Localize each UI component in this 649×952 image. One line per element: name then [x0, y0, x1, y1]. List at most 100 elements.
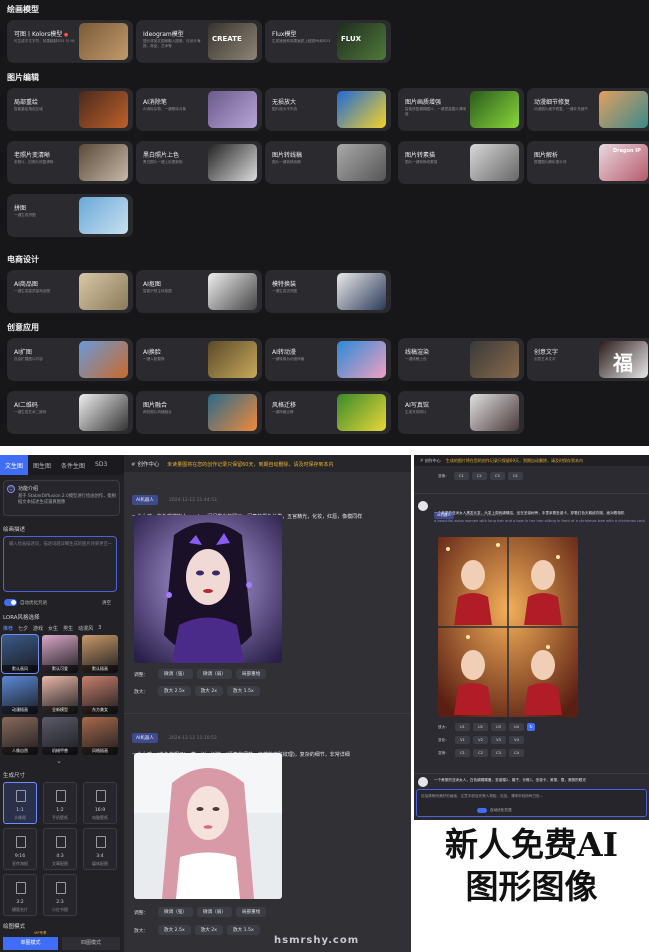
optimize-toggle[interactable] [477, 808, 487, 813]
variation-button[interactable]: C4 [509, 749, 524, 757]
lora-tab[interactable]: 七夕 [18, 625, 28, 632]
fine-tune-weak-button[interactable]: 微调（弱） [196, 669, 232, 679]
size-option[interactable]: 16:9 电脑壁纸 [83, 782, 117, 824]
feature-card[interactable]: 创意文字 创意艺术文字 福 [527, 338, 649, 381]
variation-button[interactable]: C3 [491, 749, 506, 757]
variation-button[interactable]: C4 [507, 472, 523, 480]
row-label: 变换： [438, 750, 449, 755]
quad-image[interactable] [438, 537, 578, 717]
tab-text-to-image[interactable]: 文生图 [0, 455, 29, 475]
upscale-2x-button[interactable]: 放大 2x [194, 925, 223, 935]
feature-card[interactable]: AI写真馆 生成写真照片 [398, 391, 524, 434]
feature-card[interactable]: Flux模型 生成速度和效果画质上超越MJ和SD3 FLUX [265, 20, 391, 63]
feature-card[interactable]: AI消除笔 AI消除杂物，一键移除对象 [136, 88, 262, 131]
variation-button[interactable]: U4 [509, 723, 524, 731]
upscale-2-5x-button[interactable]: 放大 2.5x [158, 686, 191, 696]
feature-card[interactable]: 老照片变清晰 老照片，旧照片修复清晰 [7, 141, 133, 184]
size-option[interactable]: 1:1 头像图 [3, 782, 37, 824]
size-option[interactable]: 3:2 横版名片 [3, 874, 37, 916]
feature-title: AI换脸 [143, 349, 161, 356]
single-mode-button[interactable]: 单图模式 [3, 937, 58, 950]
lora-style-item[interactable]: 风格插画 [82, 717, 118, 755]
fine-tune-strong-button[interactable]: 微调（强） [158, 907, 193, 917]
lora-style-item[interactable]: 默认可爱 [42, 635, 78, 673]
lora-style-item[interactable]: 人像自然 [2, 717, 38, 755]
generated-image[interactable] [134, 515, 282, 663]
upscale-2x-button[interactable]: 放大 2x [194, 686, 223, 696]
feature-card[interactable]: AI换脸 一键人脸替换 [136, 338, 262, 381]
fine-tune-weak-button[interactable]: 微调（弱） [196, 907, 232, 917]
feature-card[interactable]: 图片解析 根据图片解析提示词 Dragon IP [527, 141, 649, 184]
variation-button[interactable]: U1 [455, 723, 470, 731]
feature-card[interactable]: 无损放大 图片放大不失真 [265, 88, 391, 131]
feature-card[interactable]: 模特换装 一键生成试衣图 [265, 270, 391, 313]
upscale-1-5x-button[interactable]: 放大 1.5x [226, 925, 260, 935]
variation-button[interactable]: U3 [491, 723, 506, 731]
prompt-input[interactable]: 输入绘画描述词，描述词越详细生成的图片效果更佳~ [3, 536, 117, 592]
feature-card[interactable]: 图片转线稿 图片一键转换线稿 [265, 141, 391, 184]
feature-card[interactable]: AI二维码 一键生成艺术二维码 [7, 391, 133, 434]
variation-button[interactable]: C1 [455, 749, 470, 757]
feature-card[interactable]: 图片转素描 图片一键转换成素描 [398, 141, 524, 184]
feature-card[interactable]: 拼图 一键生成拼图 [7, 194, 133, 237]
lora-style-item[interactable]: 默认插画 [82, 635, 118, 673]
size-option[interactable]: 9:16 宣传海报 [3, 828, 37, 870]
variation-button[interactable]: V4 [509, 736, 524, 744]
lora-tab[interactable]: 游戏 [33, 625, 43, 632]
feature-card[interactable]: 线稿渲染 一键线稿上色 [398, 338, 524, 381]
generated-image[interactable] [134, 753, 282, 899]
upscale-1-5x-button[interactable]: 放大 1.5x [226, 686, 260, 696]
variation-button[interactable]: C1 [453, 472, 469, 480]
variation-button[interactable]: V2 [473, 736, 488, 744]
tab-sd3[interactable]: SD3 [90, 455, 112, 475]
lora-tab[interactable]: 动漫风 [78, 625, 93, 632]
feature-card[interactable]: AI商品图 一键生成高质量商品图 [7, 270, 133, 313]
lora-tab[interactable]: 女生 [48, 625, 58, 632]
feature-card[interactable]: AI扩图 自由扩展图片内容 [7, 338, 133, 381]
feature-card[interactable]: Ideogram模型 擅长将英文图案融入图像，可设计海报、商品、艺术等 CREATE [136, 20, 262, 63]
lora-tab[interactable]: 推荐 [3, 625, 13, 632]
optimize-toggle[interactable] [4, 599, 17, 606]
variation-button[interactable]: V3 [491, 736, 506, 744]
clear-button[interactable]: 清空 [102, 600, 111, 606]
lora-style-item[interactable]: 东方美女 [82, 676, 118, 714]
upscale-2-5x-button[interactable]: 放大 2.5x [158, 925, 191, 935]
feature-card[interactable]: AI转动漫 一键转换为动漫风格 [265, 338, 391, 381]
feature-card[interactable]: 动漫细节修复 动漫图片细节修复，一键补充细节 [527, 88, 649, 131]
feature-thumbnail [79, 394, 128, 431]
variation-button[interactable]: C2 [471, 472, 487, 480]
feature-card[interactable]: 风格迁移 一键风格迁移 [265, 391, 391, 434]
inpaint-button[interactable]: 局部重绘 [235, 669, 267, 679]
notice-desc: 基于 StableDiffusion 2.0模型进行绘画创作，能根据文本描述生成… [18, 494, 117, 505]
lora-style-item[interactable]: 机械甲兽 [42, 717, 78, 755]
lora-tab[interactable]: 3 [98, 625, 101, 632]
feature-card[interactable]: 可图丨Kolors模型 ● 可生成中文字符，效果超越SD3 与 MJ [7, 20, 133, 63]
variation-button[interactable]: C2 [473, 749, 488, 757]
lora-style-item[interactable]: 默认画风 [1, 634, 39, 674]
size-option[interactable]: 2:3 小红书图 [43, 874, 77, 916]
lora-tab[interactable]: 男生 [63, 625, 73, 632]
feature-card[interactable]: 局部重绘 智能重绘指定区域 [7, 88, 133, 131]
inpaint-button[interactable]: 局部重绘 [235, 907, 267, 917]
prompt-input[interactable]: 包括清晰而美好的画面，注意手部及完美人物脸，包括，清晰年轻而有白色... 自动优… [416, 789, 647, 817]
feature-card[interactable]: 黑白照片上色 黑白图片一键上色更鲜艳 [136, 141, 262, 184]
refresh-icon[interactable]: ↻ [527, 723, 535, 731]
size-option[interactable]: 4:3 文章配图 [43, 828, 77, 870]
variation-button[interactable]: V1 [455, 736, 470, 744]
lora-style-item[interactable]: 动漫插画 [2, 676, 38, 714]
thumbnail-text: CREATE [212, 35, 242, 43]
variation-button[interactable]: U2 [473, 723, 488, 731]
size-option[interactable]: 3:4 媒体配图 [83, 828, 117, 870]
tab-conditional[interactable]: 条件生图 [56, 455, 90, 475]
feature-card[interactable]: 图片融合 两张图片风格融合 [136, 391, 262, 434]
lora-style-item[interactable]: 全新模型 [42, 676, 78, 714]
quad-mode-button[interactable]: 四图模式 [62, 937, 120, 950]
timestamp: 2024-12-12 11:44:53 [169, 498, 217, 503]
feature-card[interactable]: 图片画质增强 智能修复模糊图片，一键提高图片清晰度 [398, 88, 524, 131]
size-option[interactable]: 1:2 手机壁纸 [43, 782, 77, 824]
tab-image-to-image[interactable]: 图生图 [28, 455, 56, 475]
fine-tune-strong-button[interactable]: 微调（强） [158, 669, 193, 679]
feature-card[interactable]: AI抠图 智能识别主体抠图 [136, 270, 262, 313]
variation-button[interactable]: C3 [489, 472, 505, 480]
chevron-down-icon[interactable]: ⌄ [56, 757, 62, 765]
